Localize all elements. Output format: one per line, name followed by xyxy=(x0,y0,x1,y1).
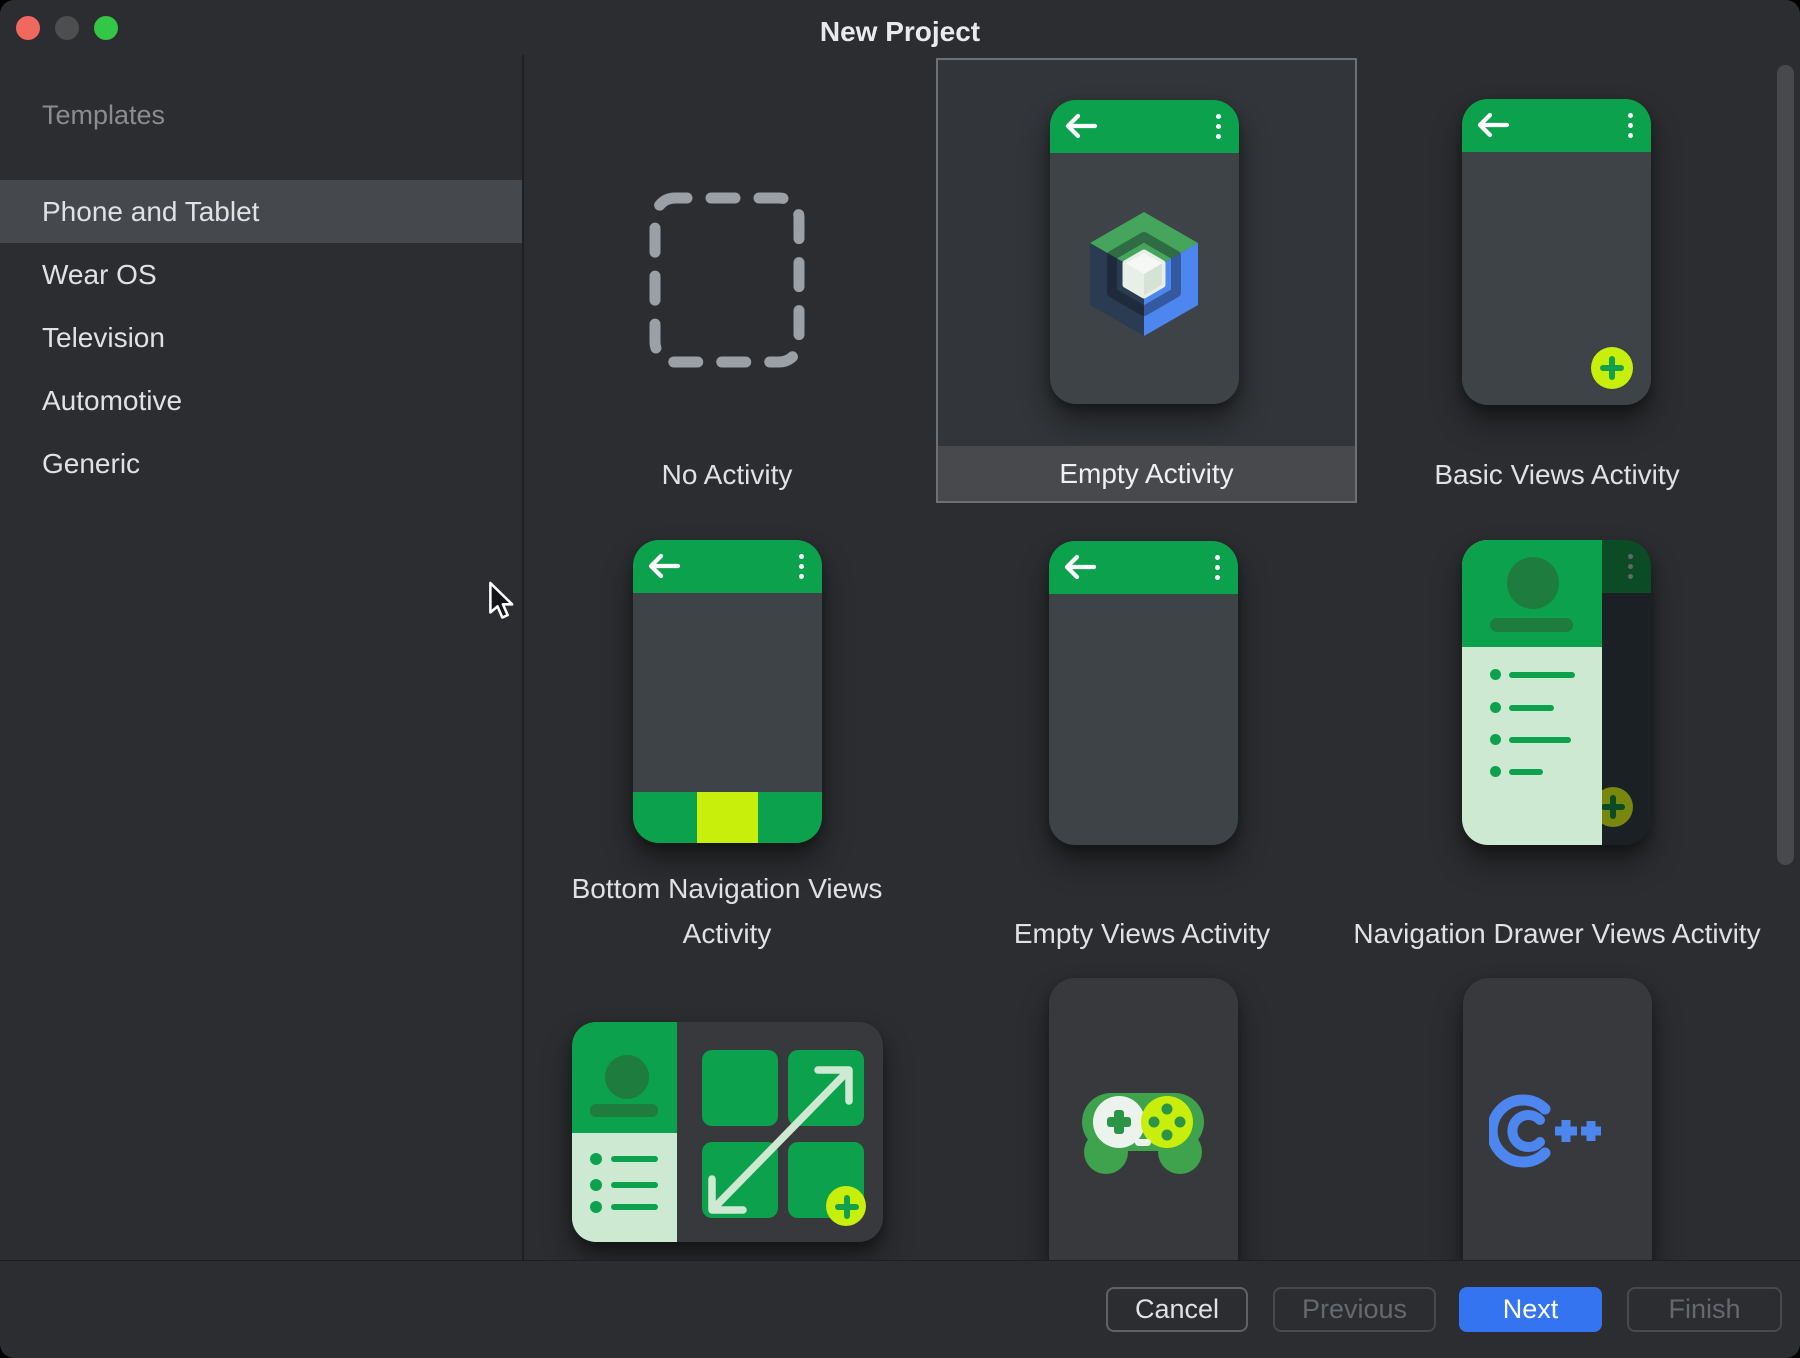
nav-drawer-phone-icon xyxy=(1462,540,1651,845)
screenshot-stage: New Project Templates Phone and Tablet W… xyxy=(0,0,1800,1358)
jetpack-compose-phone-icon xyxy=(1050,100,1239,404)
cancel-button[interactable]: Cancel xyxy=(1106,1287,1248,1332)
titlebar: New Project xyxy=(0,0,1800,55)
template-label: No Activity xyxy=(567,452,887,497)
vertical-scrollbar-thumb[interactable] xyxy=(1777,65,1794,865)
kebab-menu-icon xyxy=(1215,555,1220,580)
back-arrow-icon xyxy=(647,553,681,579)
back-arrow-icon xyxy=(1064,113,1098,139)
dashed-square-icon xyxy=(649,192,805,368)
cpp-logo-icon xyxy=(1489,1085,1601,1177)
finish-button[interactable]: Finish xyxy=(1627,1287,1782,1332)
nav-drawer-icon xyxy=(1462,540,1602,845)
username-bar-icon xyxy=(1490,618,1573,632)
fab-phone-icon xyxy=(1462,99,1651,405)
template-label: Bottom Navigation Views Activity xyxy=(547,866,907,956)
new-project-dialog: New Project Templates Phone and Tablet W… xyxy=(0,0,1800,1358)
gamepad-icon xyxy=(1079,1090,1207,1180)
appbar xyxy=(633,540,822,593)
back-arrow-icon xyxy=(1476,112,1510,138)
appbar xyxy=(1462,99,1651,152)
gamepad-phone-icon xyxy=(1049,978,1238,1260)
plain-phone-icon xyxy=(1049,541,1238,845)
window-title: New Project xyxy=(0,16,1800,48)
kebab-menu-icon xyxy=(1628,554,1633,579)
appbar xyxy=(1049,541,1238,594)
sidebar-item-phone-and-tablet[interactable]: Phone and Tablet xyxy=(0,180,522,243)
sidebar-item-television[interactable]: Television xyxy=(0,306,522,369)
primary-detail-tablet-icon xyxy=(572,1022,883,1242)
template-label: Empty Views Activity xyxy=(962,911,1322,956)
template-label: Basic Views Activity xyxy=(1397,452,1717,497)
templates-header: Templates xyxy=(42,100,165,131)
bottom-nav-phone-icon xyxy=(633,540,822,843)
template-card-empty-activity[interactable]: Empty Activity xyxy=(936,58,1357,503)
kebab-menu-icon xyxy=(1628,113,1633,138)
avatar-icon xyxy=(605,1055,649,1099)
kebab-menu-icon xyxy=(1216,114,1221,139)
avatar-icon xyxy=(1507,557,1559,609)
sidebar-item-automotive[interactable]: Automotive xyxy=(0,369,522,432)
template-gallery: No Activity xyxy=(524,55,1800,1260)
kebab-menu-icon xyxy=(799,554,804,579)
username-bar-icon xyxy=(590,1104,658,1117)
sidebar-item-wear-os[interactable]: Wear OS xyxy=(0,243,522,306)
fab-plus-icon xyxy=(1591,347,1633,389)
sidebar-item-generic[interactable]: Generic xyxy=(0,432,522,495)
previous-button[interactable]: Previous xyxy=(1273,1287,1436,1332)
bottom-nav-bar-icon xyxy=(633,792,822,843)
footer-divider xyxy=(0,1260,1800,1261)
template-label: Empty Activity xyxy=(938,446,1355,501)
jetpack-compose-logo-icon xyxy=(1084,207,1204,341)
mouse-cursor-icon xyxy=(488,581,515,620)
fab-plus-icon xyxy=(826,1186,866,1226)
back-arrow-icon xyxy=(1063,554,1097,580)
appbar xyxy=(1050,100,1239,153)
next-button[interactable]: Next xyxy=(1459,1287,1602,1332)
template-category-list: Phone and Tablet Wear OS Television Auto… xyxy=(0,180,522,495)
cpp-phone-icon xyxy=(1463,978,1652,1260)
template-label: Navigation Drawer Views Activity xyxy=(1322,911,1792,956)
